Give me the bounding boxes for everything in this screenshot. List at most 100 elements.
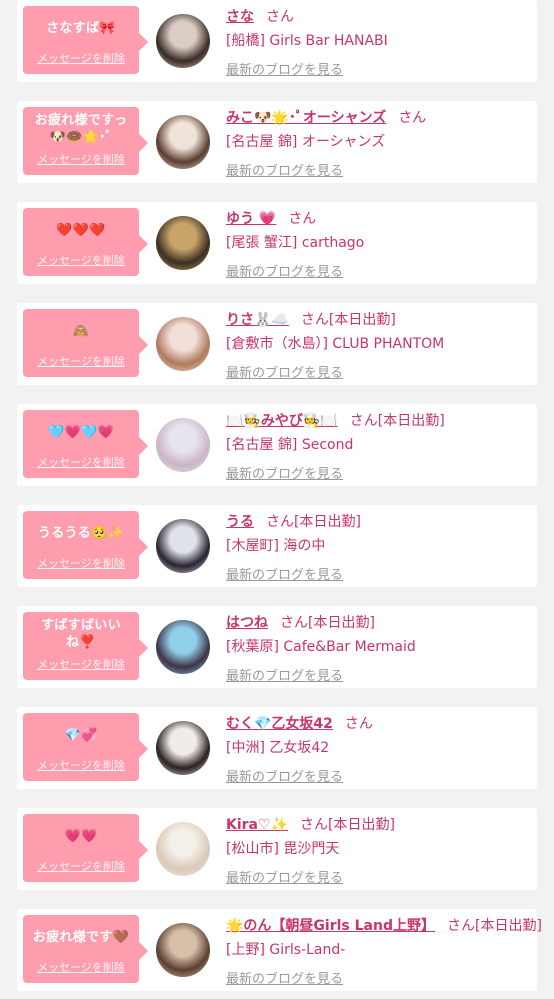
message-card: 💗💗 メッセージを削除 Kira♡✨ さん[本日出勤] [松山市] 毘沙門天 最新… <box>17 808 537 890</box>
latest-blog-link[interactable]: 最新のブログを見る <box>226 362 343 381</box>
avatar[interactable] <box>156 115 210 169</box>
delete-message-link[interactable]: メッセージを削除 <box>23 151 139 167</box>
latest-blog-link[interactable]: 最新のブログを見る <box>226 867 343 886</box>
girl-name-link[interactable]: ゆう 💗 <box>226 211 276 227</box>
latest-blog-link[interactable]: 最新のブログを見る <box>226 59 343 78</box>
delete-message-link[interactable]: メッセージを削除 <box>23 555 139 571</box>
latest-blog-link[interactable]: 最新のブログを見る <box>226 766 343 785</box>
avatar[interactable] <box>156 923 210 977</box>
shop-label: [木屋町] 海の中 <box>226 538 326 554</box>
latest-blog-link[interactable]: 最新のブログを見る <box>226 968 343 987</box>
shop-label: [秋葉原] Cafe&Bar Mermaid <box>226 639 416 655</box>
shop-label: [中洲] 乙女坂42 <box>226 740 330 756</box>
message-bubble: 🙈 メッセージを削除 <box>23 309 148 377</box>
message-bubble: 🩵💗🩵💗 メッセージを削除 <box>23 410 148 478</box>
profile-info: みこ🐶🌟･ﾟオーシャンズ さん [名古屋 錦] オーシャンズ 最新のブログを見る <box>226 108 531 179</box>
profile-info: ゆう 💗 さん [尾張 蟹江] carthago 最新のブログを見る <box>226 209 531 280</box>
shop-label: [名古屋 錦] オーシャンズ <box>226 134 386 150</box>
message-bubble: お疲れ様です🤎 メッセージを削除 <box>23 915 148 983</box>
delete-message-link[interactable]: メッセージを削除 <box>23 858 139 874</box>
profile-info: 🍽️🧑‍🍳みやび🧑‍🍳🍽️ さん[本日出勤] [名古屋 錦] Second 最新の… <box>226 411 531 482</box>
shop-label: [尾張 蟹江] carthago <box>226 235 365 251</box>
honorific: さん <box>447 918 475 934</box>
honorific: さん <box>288 211 317 227</box>
delete-message-link[interactable]: メッセージを削除 <box>23 50 139 66</box>
message-text: すばすばいいね❣️ <box>41 618 121 650</box>
girl-name-link[interactable]: 🌟のん【朝昼Girls Land上野】 <box>226 918 435 934</box>
profile-info: さな さん [船橋] Girls Bar HANABI 最新のブログを見る <box>226 7 531 78</box>
honorific: さん <box>344 716 373 732</box>
shop-label: [船橋] Girls Bar HANABI <box>226 33 388 49</box>
message-text: 💗💗 <box>64 828 98 844</box>
message-bubble: さなすば🎀 メッセージを削除 <box>23 6 148 74</box>
attendance-status: [本日出勤] <box>475 918 542 934</box>
delete-message-link[interactable]: メッセージを削除 <box>23 353 139 369</box>
latest-blog-link[interactable]: 最新のブログを見る <box>226 665 343 684</box>
delete-message-link[interactable]: メッセージを削除 <box>23 454 139 470</box>
avatar[interactable] <box>156 519 210 573</box>
girl-name-link[interactable]: はつね <box>226 615 268 631</box>
attendance-status: [本日出勤] <box>294 514 361 530</box>
message-card: お疲れ様ですっ🐶🍩🌟･ﾟ メッセージを削除 みこ🐶🌟･ﾟオーシャンズ さん [名古… <box>17 101 537 183</box>
message-bubble: 💎💞 メッセージを削除 <box>23 713 148 781</box>
girl-name-link[interactable]: 🍽️🧑‍🍳みやび🧑‍🍳🍽️ <box>226 413 338 429</box>
delete-message-link[interactable]: メッセージを削除 <box>23 252 139 268</box>
message-list: さなすば🎀 メッセージを削除 さな さん [船橋] Girls Bar HANAB… <box>0 0 554 999</box>
girl-name-link[interactable]: うる <box>226 514 254 530</box>
message-text: お疲れ様ですっ🐶🍩🌟･ﾟ <box>34 113 128 145</box>
profile-info: Kira♡✨ さん[本日出勤] [松山市] 毘沙門天 最新のブログを見る <box>226 815 531 886</box>
shop-label: [倉敷市（水島）] CLUB PHANTOM <box>226 336 445 352</box>
message-bubble: お疲れ様ですっ🐶🍩🌟･ﾟ メッセージを削除 <box>23 107 148 175</box>
honorific: さん <box>398 110 427 126</box>
avatar[interactable] <box>156 14 210 68</box>
girl-name-link[interactable]: さな <box>226 9 254 25</box>
latest-blog-link[interactable]: 最新のブログを見る <box>226 564 343 583</box>
message-bubble: うるうる🥺✨ メッセージを削除 <box>23 511 148 579</box>
shop-label: [上野] Girls-Land- <box>226 942 346 958</box>
honorific: さん <box>299 817 328 833</box>
attendance-status: [本日出勤] <box>328 312 396 328</box>
latest-blog-link[interactable]: 最新のブログを見る <box>226 261 343 280</box>
profile-info: りさ🐰☁️ さん[本日出勤] [倉敷市（水島）] CLUB PHANTOM 最新の… <box>226 310 531 381</box>
shop-label: [名古屋 錦] Second <box>226 437 354 453</box>
message-card: 🩵💗🩵💗 メッセージを削除 🍽️🧑‍🍳みやび🧑‍🍳🍽️ さん[本日出勤] [名古屋… <box>17 404 537 486</box>
message-text: 🙈 <box>72 323 90 339</box>
attendance-status: [本日出勤] <box>308 615 375 631</box>
avatar[interactable] <box>156 216 210 270</box>
latest-blog-link[interactable]: 最新のブログを見る <box>226 463 343 482</box>
shop-label: [松山市] 毘沙門天 <box>226 841 340 857</box>
girl-name-link[interactable]: りさ🐰☁️ <box>226 312 289 328</box>
delete-message-link[interactable]: メッセージを削除 <box>23 757 139 773</box>
profile-info: うる さん[本日出勤] [木屋町] 海の中 最新のブログを見る <box>226 512 531 583</box>
honorific: さん <box>349 413 378 429</box>
avatar[interactable] <box>156 418 210 472</box>
attendance-status: [本日出勤] <box>327 817 395 833</box>
message-bubble: 💗💗 メッセージを削除 <box>23 814 148 882</box>
avatar[interactable] <box>156 620 210 674</box>
delete-message-link[interactable]: メッセージを削除 <box>23 656 139 672</box>
message-text: うるうる🥺✨ <box>37 525 125 541</box>
avatar[interactable] <box>156 317 210 371</box>
girl-name-link[interactable]: むく💎乙女坂42 <box>226 716 333 732</box>
honorific: さん <box>266 9 294 25</box>
message-card: ❤️❤️❤️ メッセージを削除 ゆう 💗 さん [尾張 蟹江] carthago … <box>17 202 537 284</box>
message-card: お疲れ様です🤎 メッセージを削除 🌟のん【朝昼Girls Land上野】 さん[本… <box>17 909 542 991</box>
girl-name-link[interactable]: みこ🐶🌟･ﾟオーシャンズ <box>226 110 386 126</box>
message-card: 💎💞 メッセージを削除 むく💎乙女坂42 さん [中洲] 乙女坂42 最新のブログ… <box>17 707 537 789</box>
honorific: さん <box>300 312 329 328</box>
honorific: さん <box>266 514 294 530</box>
attendance-status: [本日出勤] <box>377 413 445 429</box>
profile-info: 🌟のん【朝昼Girls Land上野】 さん[本日出勤] [上野] Girls-L… <box>226 916 542 987</box>
message-bubble: すばすばいいね❣️ メッセージを削除 <box>23 612 148 680</box>
delete-message-link[interactable]: メッセージを削除 <box>23 959 139 975</box>
honorific: さん <box>280 615 308 631</box>
avatar[interactable] <box>156 822 210 876</box>
latest-blog-link[interactable]: 最新のブログを見る <box>226 160 343 179</box>
profile-info: むく💎乙女坂42 さん [中洲] 乙女坂42 最新のブログを見る <box>226 714 531 785</box>
girl-name-link[interactable]: Kira♡✨ <box>226 817 288 833</box>
message-bubble: ❤️❤️❤️ メッセージを削除 <box>23 208 148 276</box>
avatar[interactable] <box>156 721 210 775</box>
message-card: すばすばいいね❣️ メッセージを削除 はつね さん[本日出勤] [秋葉原] Caf… <box>17 606 537 688</box>
message-card: さなすば🎀 メッセージを削除 さな さん [船橋] Girls Bar HANAB… <box>17 0 537 82</box>
profile-info: はつね さん[本日出勤] [秋葉原] Cafe&Bar Mermaid 最新のブロ… <box>226 613 531 684</box>
